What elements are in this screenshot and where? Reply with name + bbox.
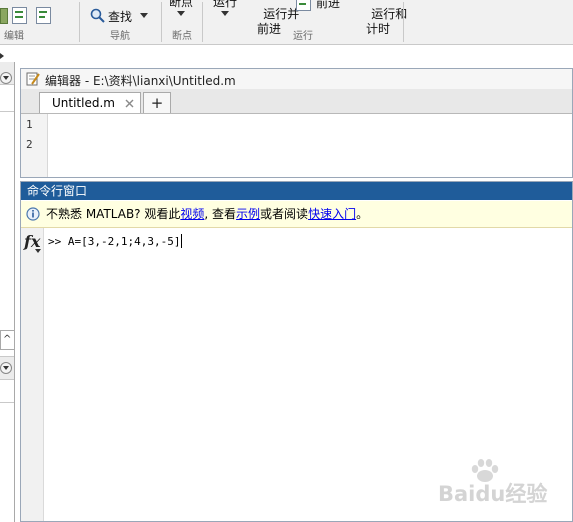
add-tab-button[interactable]: + (143, 92, 171, 113)
command-window-titlebar: 命令行窗口 (21, 182, 572, 200)
info-icon (26, 207, 40, 221)
chevron-down-icon[interactable] (140, 13, 148, 18)
search-icon (90, 8, 105, 23)
close-icon[interactable] (125, 99, 134, 108)
collapse-details-button[interactable]: ^ (0, 330, 15, 350)
editor-window: 编辑器 - E:\资料\lianxi\Untitled.m Untitled.m… (20, 68, 573, 178)
run-and-time-button[interactable]: 运行和 计时 (356, 0, 407, 36)
info-text: 。 (356, 207, 369, 221)
command-prompt: >> (48, 235, 62, 248)
command-text: A=[3,-2,1;4,3,-5] (67, 235, 181, 248)
chevron-up-icon: ^ (3, 334, 12, 345)
section-label-breakpoints: 断点 (172, 31, 192, 42)
left-panel: ^ (0, 62, 15, 522)
search-label: 查找 (108, 10, 133, 24)
info-text: 或者阅读 (260, 207, 309, 221)
editor-tabbar: Untitled.m + (21, 89, 572, 114)
insert-section-icon[interactable] (12, 7, 27, 24)
run-label: 运行 (212, 0, 237, 9)
video-link[interactable]: 视频 (180, 207, 204, 221)
watermark: Baidu经验 (438, 458, 566, 506)
text-caret (181, 234, 183, 248)
expand-arrow-icon[interactable] (0, 53, 4, 59)
chevron-down-icon (177, 11, 185, 16)
edit-icon[interactable] (0, 8, 8, 24)
section-label-run: 运行 (293, 31, 313, 42)
examples-link[interactable]: 示例 (236, 207, 260, 221)
tab-untitled-m[interactable]: Untitled.m (39, 92, 141, 113)
watermark-text: Baidu经验 (438, 482, 548, 506)
toolstrip-separator (403, 2, 404, 42)
chevron-down-icon (35, 249, 41, 253)
editor-text-area[interactable] (48, 114, 572, 177)
editor-icon (26, 72, 40, 86)
section-label-navigate: 导航 (110, 31, 130, 42)
advance-label: 前进 (316, 0, 341, 10)
comment-icon[interactable] (36, 7, 51, 24)
info-text: 不熟悉 MATLAB? 观看此 (46, 207, 181, 221)
panel-menu-icon[interactable] (0, 72, 12, 84)
tab-label: Untitled.m (52, 96, 115, 110)
command-gutter: fx (21, 228, 44, 521)
toolstrip: 查找 断点 运行 运行并 前进 前进 运行和 计时 编辑 导航 断点 运行 (0, 0, 573, 45)
command-window-title: 命令行窗口 (27, 184, 88, 198)
editor-title: 编辑器 - E:\资料\lianxi\Untitled.m (45, 74, 236, 88)
run-button[interactable]: 运行 (208, 0, 242, 23)
plus-icon: + (150, 94, 164, 112)
search-button[interactable]: 查找 (88, 7, 156, 25)
breakpoints-button[interactable]: 断点 (166, 0, 196, 23)
info-bar: 不熟悉 MATLAB? 观看此视频, 查看示例或者阅读快速入门。 (21, 201, 572, 228)
line-number: 1 (26, 118, 33, 131)
function-browser-button[interactable]: fx (24, 232, 42, 254)
advance-button[interactable]: 前进 (296, 0, 346, 14)
panel-menu-icon[interactable] (0, 362, 12, 374)
advance-icon (296, 0, 311, 11)
getting-started-link[interactable]: 快速入门 (308, 207, 356, 221)
line-number: 2 (26, 138, 33, 151)
section-label-edit: 编辑 (4, 31, 24, 42)
editor-titlebar: 编辑器 - E:\资料\lianxi\Untitled.m (21, 69, 572, 90)
info-text: , 查看 (204, 207, 237, 221)
chevron-down-icon (221, 11, 229, 16)
editor-line-gutter: 1 2 (21, 114, 48, 177)
breakpoints-label: 断点 (168, 0, 193, 9)
run-and-advance-button[interactable]: 运行并 前进 (248, 0, 299, 36)
command-input-line[interactable]: >> A=[3,-2,1;4,3,-5] (48, 234, 183, 248)
